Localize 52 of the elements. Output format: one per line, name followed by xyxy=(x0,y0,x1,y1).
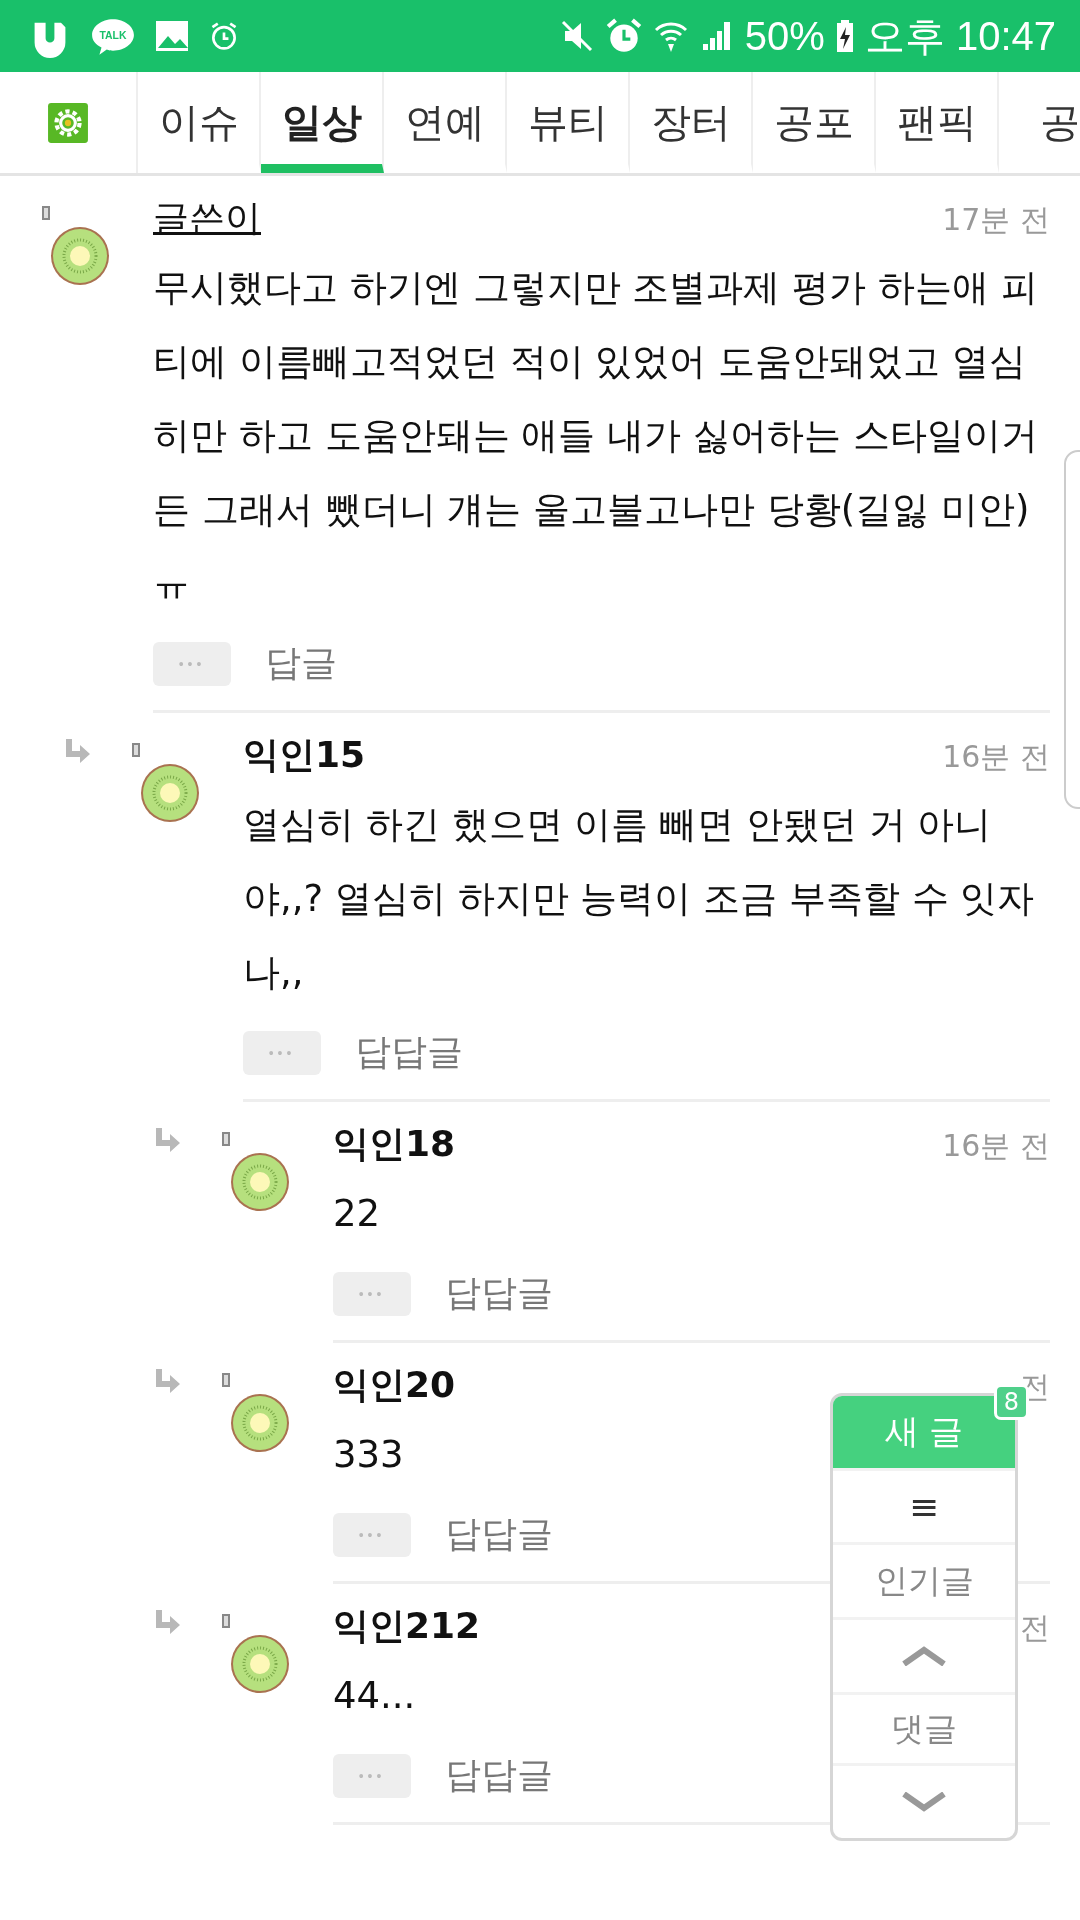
clock: 오후 10:47 xyxy=(864,12,1056,60)
level-icon xyxy=(222,1132,230,1146)
reply-arrow-icon xyxy=(154,1610,182,1636)
comment-time: 16분 전 xyxy=(942,738,1050,776)
menu-button[interactable]: ≡ xyxy=(833,1467,1015,1543)
settings-icon[interactable] xyxy=(47,101,89,144)
comment-author: 익인20 xyxy=(333,1363,456,1407)
category-tab[interactable]: 장터 xyxy=(630,72,753,173)
comment-text: 무시했다고 하기엔 그렇지만 조별과제 평가 하는애 피티에 이름빼고적었던 적이 있었어 도움안돼었고 열심히만 하고 도움안돼는 애들 내가 싫어하는 스타일이거든 그래서 뺐더니 걔는 울고불고나만 당황(길잃 미안)ㅠ xyxy=(153,265,1039,607)
comments-button[interactable]: 댓글 xyxy=(833,1691,1015,1764)
comment-text: 333 xyxy=(333,1432,404,1478)
category-tab[interactable]: 이슈 xyxy=(138,72,261,173)
kiwi-avatar-icon xyxy=(50,226,110,286)
level-icon xyxy=(132,743,140,757)
comment-author: 익인18 xyxy=(333,1122,456,1166)
popular-button[interactable]: 인기글 xyxy=(833,1542,1015,1617)
reply-arrow-icon xyxy=(154,1369,182,1395)
chevron-up-icon[interactable] xyxy=(902,1645,946,1666)
comment-time: 17분 전 xyxy=(942,201,1050,239)
comment-time: 16분 전 xyxy=(942,1127,1050,1165)
reply-button[interactable]: 답글 xyxy=(265,639,337,688)
chevron-down-icon[interactable] xyxy=(902,1792,946,1813)
kiwi-avatar-icon xyxy=(230,1634,290,1694)
kiwi-avatar-icon xyxy=(230,1152,290,1212)
comment-time: 전 xyxy=(1020,1609,1050,1647)
comment-text: 22 xyxy=(333,1191,381,1237)
category-tab[interactable]: 공포 xyxy=(753,72,876,173)
category-tab[interactable]: 일상 xyxy=(261,72,384,173)
kiwi-avatar-icon xyxy=(140,763,200,823)
reply-button[interactable]: 답답글 xyxy=(355,1028,463,1077)
comment-author: 익인15 xyxy=(243,733,366,777)
level-icon xyxy=(222,1614,230,1628)
level-icon xyxy=(42,206,50,220)
reply-button[interactable]: 답답글 xyxy=(445,1510,553,1559)
reply-button[interactable]: 답답글 xyxy=(445,1269,553,1318)
image-icon xyxy=(154,18,190,54)
battery-percent: 50% xyxy=(744,13,825,59)
category-tab[interactable]: 공 xyxy=(999,72,1080,173)
reply-arrow-icon xyxy=(154,1128,182,1154)
battery-charging-icon xyxy=(834,18,855,54)
category-tab[interactable]: 팬픽 xyxy=(876,72,999,173)
comment-author: 익인212 xyxy=(333,1604,481,1648)
reply-arrow-icon xyxy=(64,739,92,765)
category-tab[interactable]: 뷰티 xyxy=(507,72,630,173)
level-icon xyxy=(222,1373,230,1387)
comment-author: 글쓴이 xyxy=(153,196,261,240)
reply-button[interactable]: 답답글 xyxy=(445,1751,553,1800)
kiwi-avatar-icon xyxy=(230,1393,290,1453)
comment-text: 열심히 하긴 했으면 이름 빼면 안됐던 거 아니야,,? 열심히 하지만 능력이 조금 부족할 수 잇자나,, xyxy=(243,802,1036,996)
comment-text: 44... xyxy=(333,1673,416,1719)
category-tab[interactable]: 연예 xyxy=(384,72,507,173)
alarm-icon xyxy=(604,17,643,55)
